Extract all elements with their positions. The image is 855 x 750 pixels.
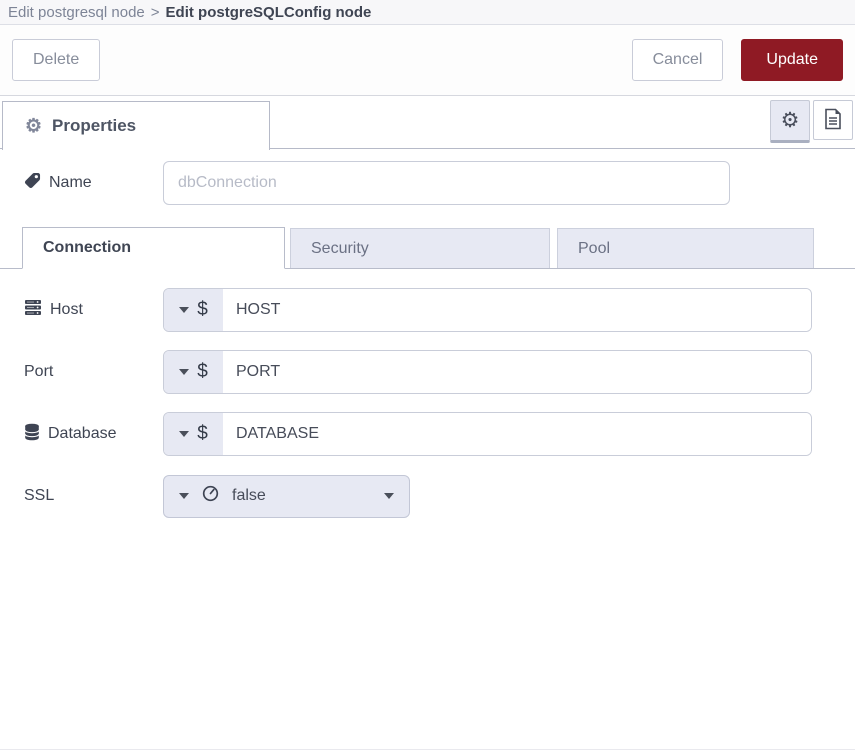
database-icon [24, 423, 40, 446]
env-var-icon: $ [197, 423, 208, 445]
ssl-label: SSL [24, 487, 163, 505]
port-row: Port $ [24, 350, 855, 394]
breadcrumb: Edit postgresql node > Edit postgreSQLCo… [0, 0, 855, 25]
tab-properties[interactable]: ⚙ Properties [2, 101, 270, 150]
host-typed-input: $ [163, 288, 812, 332]
node-description-button[interactable] [813, 100, 853, 140]
port-label: Port [24, 363, 163, 381]
host-label: Host [24, 299, 163, 321]
database-row: Database $ [24, 412, 855, 456]
database-typed-input: $ [163, 412, 812, 456]
tab-properties-label: Properties [52, 116, 136, 136]
name-label: Name [24, 172, 163, 194]
chevron-down-icon [179, 369, 189, 375]
host-type-select-button[interactable]: $ [164, 289, 223, 331]
ssl-value: false [232, 487, 371, 505]
name-input[interactable] [163, 161, 730, 205]
chevron-down-icon [384, 493, 394, 499]
host-row: Host $ [24, 288, 855, 332]
chevron-down-icon [179, 493, 189, 499]
gear-icon: ⚙ [781, 110, 800, 131]
tab-connection[interactable]: Connection [22, 227, 285, 269]
database-label: Database [24, 423, 163, 446]
tab-security[interactable]: Security [290, 228, 550, 268]
doc-icon [823, 108, 843, 133]
breadcrumb-parent-link[interactable]: Edit postgresql node [8, 4, 145, 21]
port-type-select-button[interactable]: $ [164, 351, 223, 393]
name-label-text: Name [49, 174, 92, 192]
ssl-row: SSL false [24, 474, 855, 518]
host-input[interactable] [223, 289, 811, 331]
port-label-text: Port [24, 363, 53, 381]
database-label-text: Database [48, 425, 117, 443]
node-settings-button[interactable]: ⚙ [770, 100, 810, 143]
env-var-icon: $ [197, 361, 208, 383]
edit-config-dialog: Edit postgresql node > Edit postgreSQLCo… [0, 0, 855, 750]
delete-button[interactable]: Delete [12, 39, 100, 81]
ssl-label-text: SSL [24, 487, 54, 505]
dialog-toolbar: Delete Cancel Update [0, 25, 855, 96]
port-input[interactable] [223, 351, 811, 393]
breadcrumb-separator: > [151, 4, 160, 21]
tab-pool[interactable]: Pool [557, 228, 814, 268]
config-tabs: Connection Security Pool [0, 227, 855, 269]
chevron-down-icon [179, 431, 189, 437]
editor-tabbar: ⚙ Properties ⚙ [0, 96, 855, 149]
cancel-button[interactable]: Cancel [632, 39, 724, 81]
tag-icon [24, 172, 41, 194]
bool-icon [202, 485, 219, 507]
port-typed-input: $ [163, 350, 812, 394]
database-type-select-button[interactable]: $ [164, 413, 223, 455]
properties-form: Name Connection Security Pool [0, 149, 855, 518]
name-row: Name [24, 161, 855, 205]
gear-icon: ⚙ [25, 117, 42, 136]
server-icon [24, 299, 42, 321]
database-input[interactable] [223, 413, 811, 455]
update-button[interactable]: Update [741, 39, 843, 81]
host-label-text: Host [50, 301, 83, 319]
ssl-select[interactable]: false [163, 475, 410, 518]
env-var-icon: $ [197, 299, 208, 321]
chevron-down-icon [179, 307, 189, 313]
breadcrumb-current: Edit postgreSQLConfig node [166, 4, 372, 21]
